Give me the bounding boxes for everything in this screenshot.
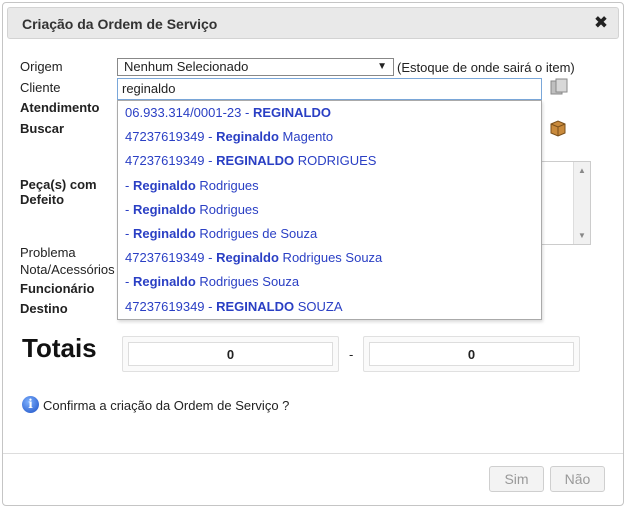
suggestion-match: Reginaldo (216, 129, 279, 145)
suggestion-match: Reginaldo (132, 225, 196, 241)
suggestion-prefix: 47237619349 - (125, 250, 217, 266)
suggestion-item[interactable]: 47237619349 - Reginaldo Rodrigues Souza (118, 246, 541, 270)
suggestion-rest: Rodrigues Souza (195, 274, 300, 290)
suggestion-match: REGINALDO (216, 153, 295, 169)
suggestion-rest: Rodrigues de Souza (195, 225, 318, 241)
totais-separator: - (349, 347, 354, 362)
suggestion-item[interactable]: 06.933.314/0001-23 - REGINALDO (118, 101, 541, 125)
cliente-label: Cliente (20, 80, 61, 95)
suggestion-match: Reginaldo (216, 250, 279, 266)
origem-label: Origem (20, 59, 63, 74)
autocomplete-dropdown: 06.933.314/0001-23 - REGINALDO 4723761934… (117, 100, 542, 320)
suggestion-rest: Rodrigues (195, 201, 259, 217)
problema-label: Problema (20, 245, 76, 260)
origem-selected-value: Nenhum Selecionado (124, 59, 249, 74)
confirm-message: Confirma a criação da Ordem de Serviço ? (43, 398, 290, 413)
origem-select[interactable]: Nenhum Selecionado ▼ (117, 58, 394, 76)
nota-label: Nota/Acessórios (20, 262, 115, 277)
suggestion-prefix: 47237619349 - (125, 129, 217, 145)
dialog-title: Criação da Ordem de Serviço (22, 16, 218, 32)
destino-label: Destino (20, 301, 68, 316)
suggestion-prefix: 06.933.314/0001-23 - (125, 105, 253, 120)
suggestion-prefix: 47237619349 - (125, 298, 217, 314)
suggestion-match: Reginaldo (132, 177, 196, 193)
suggestion-prefix: - (125, 201, 133, 217)
total-value-1: 0 (128, 342, 333, 366)
origem-hint: (Estoque de onde sairá o item) (397, 60, 575, 75)
cliente-input[interactable]: reginaldo (117, 78, 542, 100)
suggestion-rest: Rodrigues Souza (278, 250, 383, 266)
suggestion-match: Reginaldo (132, 201, 196, 217)
suggestion-rest: Rodrigues (195, 177, 259, 193)
box-icon[interactable] (548, 118, 568, 138)
suggestion-prefix: - (125, 274, 133, 290)
close-icon[interactable]: ✖ (592, 14, 610, 32)
suggestion-item[interactable]: 47237619349 - REGINALDO RODRIGUES (118, 149, 541, 173)
total-box-2: 0 (363, 336, 580, 372)
nao-button[interactable]: Não (550, 466, 605, 492)
suggestion-match: Reginaldo (132, 274, 196, 290)
total-value-2: 0 (369, 342, 574, 366)
suggestion-rest: Magento (278, 129, 334, 145)
suggestion-prefix: - (125, 177, 133, 193)
buscar-label: Buscar (20, 121, 65, 136)
sim-button[interactable]: Sim (489, 466, 544, 492)
textarea-scrollbar[interactable]: ▲ ▼ (573, 162, 590, 244)
atendimento-label: Atendimento (20, 100, 100, 115)
cliente-search-icon[interactable] (549, 77, 569, 97)
dropdown-arrow-icon: ▼ (377, 61, 387, 72)
dialog: Criação da Ordem de Serviço ✖ Origem Nen… (2, 2, 624, 506)
peca-textarea[interactable]: ▲ ▼ (541, 161, 591, 245)
suggestion-rest: SOUZA (294, 298, 343, 314)
info-icon: i (22, 396, 39, 413)
suggestion-rest: RODRIGUES (294, 153, 377, 169)
total-box-1: 0 (122, 336, 339, 372)
peca-label-line1: Peça(s) com (20, 177, 97, 192)
dialog-titlebar[interactable]: Criação da Ordem de Serviço ✖ (7, 7, 619, 39)
suggestion-item[interactable]: 47237619349 - REGINALDO SOUZA (118, 295, 541, 319)
suggestion-item[interactable]: - Reginaldo Rodrigues de Souza (118, 222, 541, 246)
funcionario-label: Funcionário (20, 281, 95, 296)
suggestion-item[interactable]: - Reginaldo Rodrigues (118, 174, 541, 198)
scroll-up-icon[interactable]: ▲ (578, 166, 586, 175)
suggestion-item[interactable]: 47237619349 - Reginaldo Magento (118, 125, 541, 149)
suggestion-match: REGINALDO (216, 298, 295, 314)
totais-label: Totais (22, 333, 97, 363)
suggestion-item[interactable]: - Reginaldo Rodrigues Souza (118, 270, 541, 294)
footer-divider (3, 453, 623, 454)
suggestion-match: REGINALDO (252, 105, 331, 120)
suggestion-prefix: - (125, 225, 133, 241)
suggestion-prefix: 47237619349 - (125, 153, 217, 169)
suggestion-item[interactable]: - Reginaldo Rodrigues (118, 198, 541, 222)
scroll-down-icon[interactable]: ▼ (578, 231, 586, 240)
peca-label-line2: Defeito (20, 192, 65, 207)
